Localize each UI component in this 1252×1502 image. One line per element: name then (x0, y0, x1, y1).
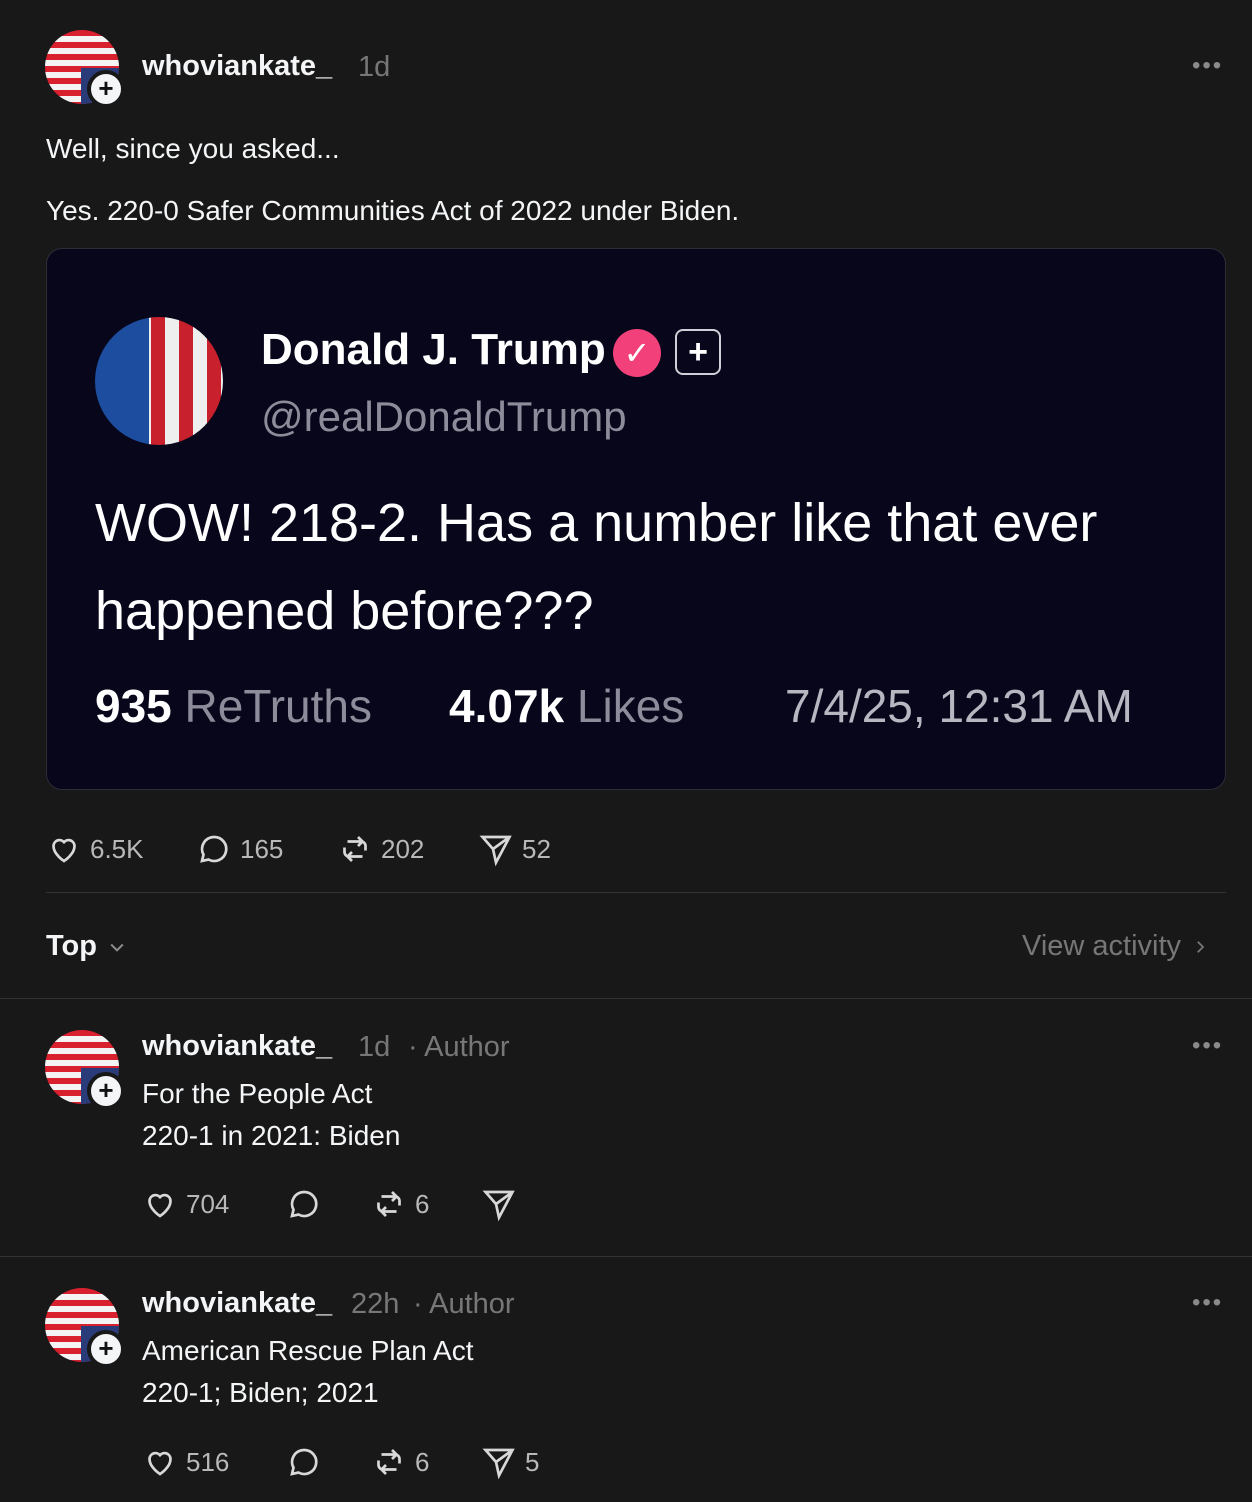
share-count: 52 (522, 833, 551, 864)
reply-share-button[interactable] (481, 1186, 525, 1222)
embed-likes-label: Likes (576, 680, 685, 732)
sort-dropdown[interactable]: Top (46, 930, 127, 963)
post-text-line1: Well, since you asked... (46, 133, 340, 164)
verified-icon: ✓ (613, 329, 661, 377)
reply-more-icon[interactable]: ••• (1192, 1289, 1223, 1317)
reply-text-line2: 220-1 in 2021: Biden (142, 1120, 401, 1151)
reply-like-count: 516 (186, 1446, 230, 1477)
embed-retruths-label: ReTruths (184, 680, 372, 732)
embedded-screenshot[interactable]: Donald J. Trump ✓ + @realDonaldTrump WOW… (46, 248, 1226, 790)
embed-likes-count: 4.07k (449, 680, 565, 732)
comment-icon (290, 1448, 318, 1476)
embed-timestamp: 7/4/25, 12:31 AM (785, 679, 1133, 733)
share-icon (482, 1190, 515, 1222)
embed-name: Donald J. Trump (261, 325, 606, 374)
post-time: 1d (358, 51, 391, 83)
reply-repost-count: 6 (415, 1188, 430, 1219)
reply-like-button[interactable]: 704 (142, 1186, 229, 1222)
reply-text-line2: 220-1; Biden; 2021 (142, 1377, 379, 1408)
embed-retruths-count: 935 (95, 680, 172, 732)
reply-button[interactable]: 165 (196, 831, 283, 867)
reply-comment-button[interactable] (286, 1186, 322, 1222)
follow-plus-icon[interactable]: + (87, 1330, 125, 1368)
post-more-icon[interactable]: ••• (1192, 52, 1223, 80)
view-activity-label: View activity (1022, 930, 1182, 962)
reply-username[interactable]: whoviankate_ (142, 1287, 332, 1320)
reply-time: 1d (358, 1031, 391, 1063)
section-divider (0, 998, 1252, 999)
embed-text: WOW! 218-2. Has a number like that ever … (95, 493, 1098, 641)
reply-like-button[interactable]: 516 (142, 1444, 229, 1480)
follow-plus-icon[interactable]: + (87, 1072, 125, 1110)
comment-icon (290, 1190, 318, 1218)
reply-repost-button[interactable]: 6 (371, 1186, 429, 1222)
reply-author-tag: · Author (408, 1031, 510, 1063)
like-count: 6.5K (90, 833, 144, 864)
share-button[interactable]: 52 (478, 831, 551, 867)
embed-timestamp-text: 7/4/25, 12:31 AM (785, 680, 1133, 732)
reply-username[interactable]: whoviankate_ (142, 1030, 332, 1063)
heart-icon (52, 838, 76, 863)
post-username[interactable]: whoviankate_ (142, 50, 332, 83)
reply-count: 165 (240, 833, 284, 864)
embed-handle: @realDonaldTrump (261, 393, 627, 440)
repost-icon (343, 836, 367, 862)
reply-share-button[interactable]: 5 (481, 1444, 539, 1480)
embed-retruths: 935 ReTruths (95, 679, 372, 733)
reply-more-icon[interactable]: ••• (1192, 1032, 1223, 1060)
follow-plus-icon[interactable]: + (87, 70, 125, 108)
reply-text-line1: For the People Act (142, 1078, 373, 1109)
repost-button[interactable]: 202 (337, 831, 424, 867)
reply-comment-button[interactable] (286, 1444, 322, 1480)
view-activity-link[interactable]: View activity (1022, 930, 1209, 963)
reply-share-count: 5 (525, 1446, 540, 1477)
post-avatar[interactable]: + (45, 30, 125, 110)
reply-like-count: 704 (186, 1188, 230, 1219)
heart-icon (148, 1451, 172, 1476)
heart-icon (148, 1193, 172, 1218)
reply-avatar[interactable]: + (45, 1030, 125, 1110)
reply-repost-count: 6 (415, 1446, 430, 1477)
comment-icon (200, 835, 228, 863)
repost-icon (377, 1191, 401, 1217)
embed-likes: 4.07k Likes (449, 679, 684, 733)
share-icon (479, 835, 512, 867)
share-icon (482, 1448, 515, 1480)
reply-text-line1: American Rescue Plan Act (142, 1335, 474, 1366)
repost-icon (377, 1449, 401, 1475)
reply-author-tag: · Author (413, 1288, 515, 1320)
reply-avatar[interactable]: + (45, 1288, 125, 1368)
sort-label: Top (46, 930, 97, 962)
reply-repost-button[interactable]: 6 (371, 1444, 429, 1480)
plus-icon: + (675, 329, 721, 375)
post-text-line2: Yes. 220-0 Safer Communities Act of 2022… (46, 195, 740, 226)
reply-time: 22h (351, 1288, 400, 1320)
repost-count: 202 (381, 833, 425, 864)
chevron-right-icon (1197, 940, 1205, 953)
section-divider (0, 1256, 1252, 1257)
chevron-down-icon (110, 943, 124, 952)
embed-avatar (95, 317, 223, 445)
divider (46, 892, 1226, 893)
like-button[interactable]: 6.5K (46, 831, 144, 867)
